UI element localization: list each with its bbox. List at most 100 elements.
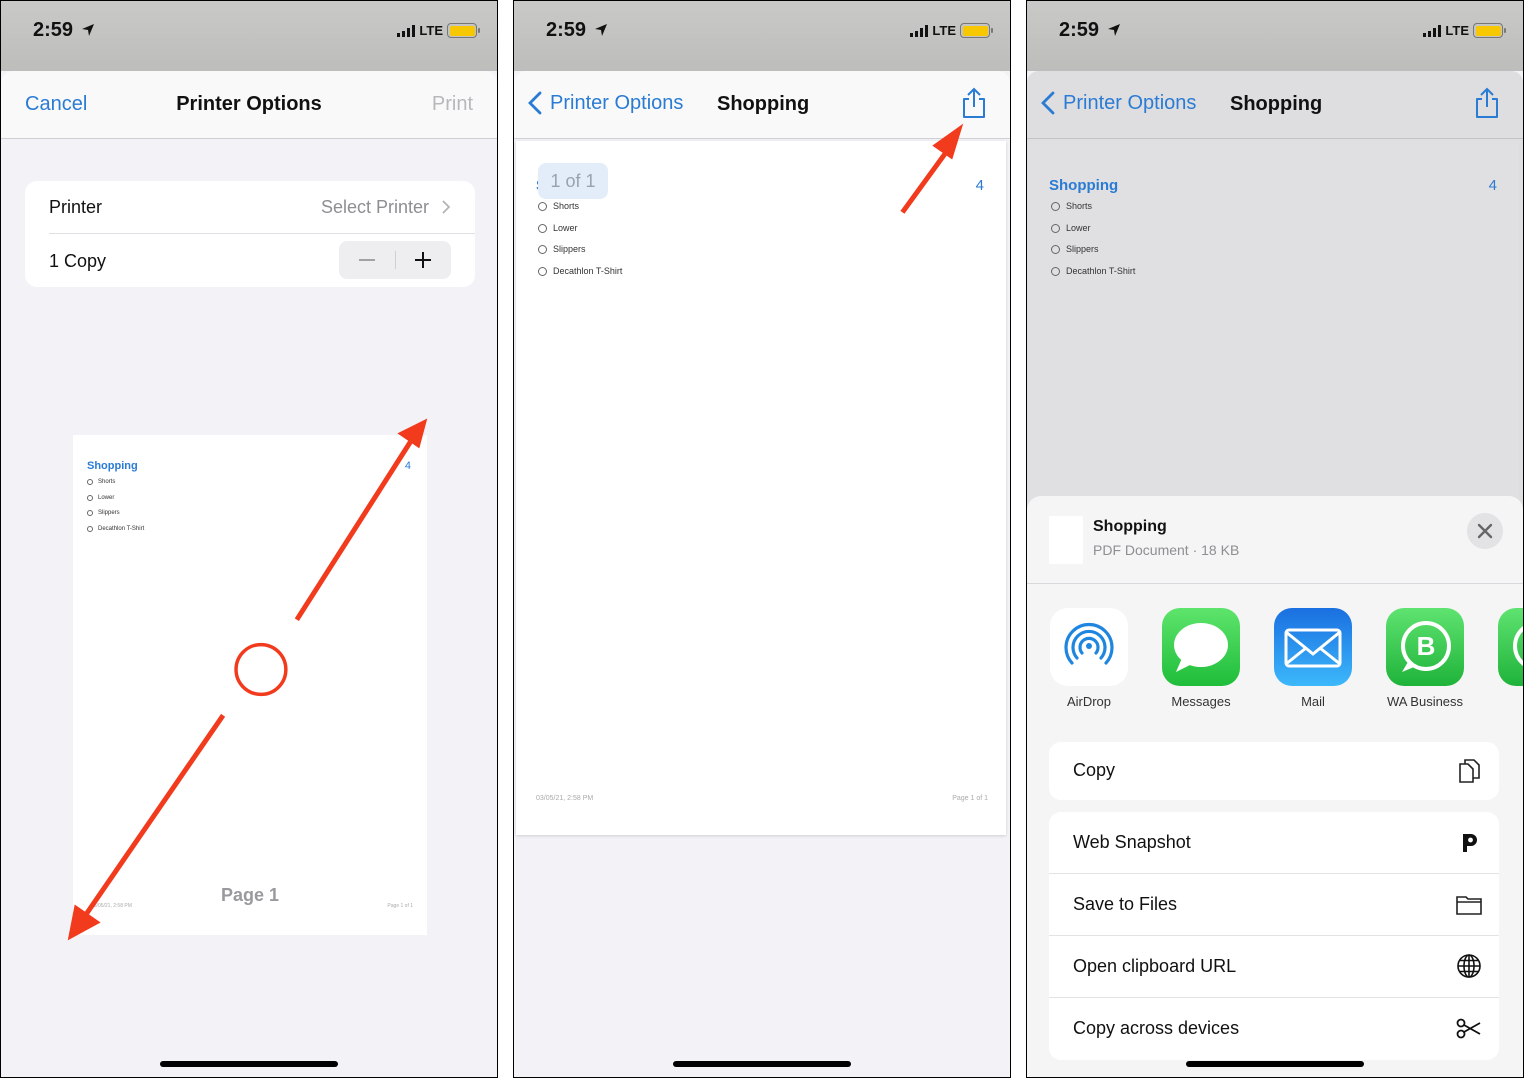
list-item: Lower [538, 223, 578, 233]
cellular-signal-icon [910, 24, 929, 37]
screen-printer-options: 2:59 LTE Cancel Printer Options Print Pr… [0, 0, 498, 1078]
status-time: 2:59 [33, 19, 74, 41]
print-options-sheet: Cancel Printer Options Print Printer Sel… [1, 71, 497, 1077]
home-indicator [673, 1061, 851, 1067]
document-title: Shopping [1049, 177, 1119, 194]
decrement-button[interactable] [339, 241, 395, 279]
back-label: Printer Options [1063, 91, 1197, 114]
list-item: Decathlon T-Shirt [87, 526, 144, 532]
action-copy[interactable]: Copy [1049, 742, 1499, 800]
checkbox-circle-icon [538, 223, 547, 233]
page-counter-badge: 1 of 1 [538, 163, 608, 199]
checkbox-circle-icon [87, 526, 93, 532]
pdf-page[interactable]: Shopping 4 1 of 1 Shorts Lower Slippers … [516, 141, 1006, 835]
file-info: PDF Document · 18 KB [1093, 542, 1240, 558]
file-name: Shopping [1093, 518, 1167, 535]
list-item: Slippers [1051, 244, 1099, 254]
back-button[interactable]: Printer Options [1041, 91, 1196, 115]
folder-icon [1456, 896, 1482, 915]
share-app-wa-business[interactable]: B WA Business [1375, 608, 1475, 709]
checkbox-circle-icon [1051, 201, 1060, 211]
printer-settings-card: Printer Select Printer 1 Copy [25, 181, 475, 287]
share-sheet-header: Shopping PDF Document · 18 KB [1027, 496, 1523, 584]
list-item: Shorts [538, 201, 579, 211]
action-web-snapshot[interactable]: Web Snapshot [1049, 812, 1499, 874]
file-thumbnail [1049, 516, 1083, 564]
messages-icon [1162, 608, 1240, 686]
share-app-airdrop[interactable]: AirDrop [1039, 608, 1139, 709]
airdrop-icon [1050, 608, 1128, 686]
footer-page: Page 1 of 1 [952, 795, 988, 802]
page-title: Shopping [1230, 93, 1323, 115]
scissors-icon [1456, 1018, 1481, 1039]
page-number-label: Page 1 [220, 885, 280, 905]
action-save-to-files[interactable]: Save to Files [1049, 874, 1499, 936]
copies-label: 1 Copy [49, 251, 107, 271]
action-copy-across-devices[interactable]: Copy across devices [1049, 998, 1499, 1060]
share-apps-row: AirDrop Messages Mail B WA Business [1027, 608, 1523, 718]
divider [49, 233, 475, 234]
checkbox-circle-icon [538, 266, 547, 276]
pdf-page: Shopping 4 Shorts Lower Slippers Decathl… [1029, 141, 1519, 501]
checkbox-circle-icon [1051, 266, 1060, 276]
document-item-count: 4 [404, 460, 411, 472]
action-open-clipboard-url[interactable]: Open clipboard URL [1049, 936, 1499, 998]
home-indicator [1186, 1061, 1364, 1067]
printer-label: Printer [49, 197, 103, 217]
location-arrow-icon [1108, 24, 1120, 36]
nav-bar: Cancel Printer Options Print [1, 71, 497, 139]
page-preview-thumbnail[interactable]: Shopping 4 Shorts Lower Slippers Decathl… [73, 435, 427, 935]
copies-stepper [339, 241, 451, 279]
list-item: Lower [87, 495, 114, 501]
status-bar: 2:59 LTE [1027, 1, 1523, 71]
copy-icon [1459, 759, 1480, 783]
list-item: Decathlon T-Shirt [538, 266, 622, 276]
close-button[interactable] [1467, 513, 1503, 549]
location-arrow-icon [82, 24, 94, 36]
share-app-mail[interactable]: Mail [1263, 608, 1363, 709]
checkbox-circle-icon [1051, 223, 1060, 233]
increment-button[interactable] [395, 241, 451, 279]
list-item: Slippers [87, 510, 120, 516]
checkbox-circle-icon [87, 479, 93, 485]
chevron-left-icon [1041, 91, 1055, 115]
printer-row[interactable]: Printer Select Printer [25, 181, 475, 233]
checkbox-circle-icon [87, 510, 93, 516]
list-item: Shorts [87, 479, 115, 485]
mail-icon [1274, 608, 1352, 686]
network-label: LTE [419, 23, 443, 38]
nav-bar: Printer Options Shopping [1027, 71, 1523, 139]
share-sheet: Shopping PDF Document · 18 KB AirDrop Me… [1027, 496, 1523, 1077]
pdf-preview-sheet: Printer Options Shopping Shopping 4 1 of… [514, 71, 1010, 1077]
whatsapp-icon [1498, 608, 1523, 686]
network-label: LTE [1445, 23, 1469, 38]
web-snapshot-icon [1463, 834, 1477, 852]
battery-icon [1473, 23, 1506, 38]
back-label: Printer Options [550, 91, 684, 114]
checkbox-circle-icon [538, 244, 547, 254]
print-button[interactable]: Print [432, 93, 473, 116]
document-item-count: 4 [1488, 177, 1497, 194]
share-app-whatsapp[interactable]: Wh [1487, 608, 1523, 709]
status-time: 2:59 [546, 19, 587, 41]
actions-group-primary: Copy [1049, 742, 1499, 800]
globe-icon [1457, 954, 1481, 978]
checkbox-circle-icon [87, 495, 93, 501]
screen-share-sheet: 2:59 LTE Printer Options Shopping Shoppi… [1026, 0, 1524, 1078]
share-icon[interactable] [1473, 87, 1501, 119]
screen-pdf-preview: 2:59 LTE Printer Options Shopping Shoppi… [513, 0, 1011, 1078]
cellular-signal-icon [397, 24, 416, 37]
share-app-messages[interactable]: Messages [1151, 608, 1251, 709]
battery-icon [960, 23, 993, 38]
battery-icon [447, 23, 480, 38]
list-item: Shorts [1051, 201, 1092, 211]
location-arrow-icon [595, 24, 607, 36]
checkbox-circle-icon [538, 201, 547, 211]
share-icon[interactable] [960, 87, 988, 119]
list-item: Lower [1051, 223, 1091, 233]
network-label: LTE [932, 23, 956, 38]
list-item: Decathlon T-Shirt [1051, 266, 1135, 276]
page-title: Printer Options [176, 93, 322, 115]
back-button[interactable]: Printer Options [528, 91, 683, 115]
svg-text:B: B [1417, 631, 1436, 661]
